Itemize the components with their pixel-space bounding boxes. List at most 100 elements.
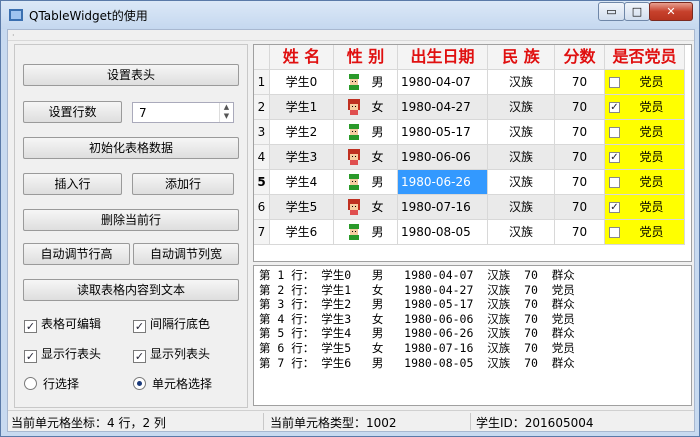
table-cell[interactable]: 汉族 xyxy=(488,95,555,120)
table-cell[interactable]: 男 xyxy=(334,70,398,95)
delete-row-button[interactable]: 删除当前行 xyxy=(23,209,239,231)
table-cell[interactable]: 男 xyxy=(334,120,398,145)
row-header[interactable]: 1 xyxy=(254,70,270,95)
party-cell[interactable]: ✓ 党员 xyxy=(605,195,685,220)
party-text: 党员 xyxy=(639,125,664,139)
cell-select-radio[interactable]: 单元格选择 xyxy=(133,376,212,392)
checkbox-checked-icon[interactable]: ✓ xyxy=(609,202,620,213)
table-cell[interactable]: 汉族 xyxy=(488,170,555,195)
table-cell[interactable]: 1980-05-17 xyxy=(398,120,488,145)
table-cell[interactable]: 70 xyxy=(555,195,605,220)
table-cell[interactable]: 70 xyxy=(555,120,605,145)
alt-row-label: 间隔行底色 xyxy=(150,317,211,331)
column-header[interactable]: 姓 名 xyxy=(270,45,334,70)
table-cell[interactable]: 女 xyxy=(334,195,398,220)
client-area: · 设置表头 设置行数 7 ▲ ▼ 初始化表格数据 插入行 添加行 删除当前行 自… xyxy=(7,29,695,432)
auto-row-height-button[interactable]: 自动调节行高 xyxy=(23,243,130,265)
row-header[interactable]: 4 xyxy=(254,145,270,170)
table-cell[interactable]: 学生3 xyxy=(270,145,334,170)
table-cell[interactable]: 1980-06-26 xyxy=(398,170,488,195)
party-cell[interactable]: 党员 xyxy=(605,170,685,195)
set-header-button[interactable]: 设置表头 xyxy=(23,64,239,86)
table-cell[interactable]: 1980-08-05 xyxy=(398,220,488,245)
table-cell[interactable]: 学生2 xyxy=(270,120,334,145)
init-table-button[interactable]: 初始化表格数据 xyxy=(23,137,239,159)
party-text: 党员 xyxy=(639,75,664,89)
column-header[interactable]: 分数 xyxy=(555,45,605,70)
table-cell[interactable]: 学生1 xyxy=(270,95,334,120)
table-cell[interactable]: 1980-07-16 xyxy=(398,195,488,220)
table-cell[interactable]: 汉族 xyxy=(488,220,555,245)
party-cell[interactable]: ✓ 党员 xyxy=(605,95,685,120)
data-table[interactable]: 姓 名性 别出生日期民 族分数 是否党员 1 学生0 男 1980-04-07 汉族 70 党员… xyxy=(253,44,692,262)
table-cell[interactable]: 男 xyxy=(334,170,398,195)
table-cell[interactable]: 70 xyxy=(555,170,605,195)
insert-row-button[interactable]: 插入行 xyxy=(23,173,122,195)
table-cell[interactable]: 学生5 xyxy=(270,195,334,220)
table-cell[interactable]: 女 xyxy=(334,145,398,170)
table-cell[interactable]: 1980-04-27 xyxy=(398,95,488,120)
table-cell[interactable]: 70 xyxy=(555,220,605,245)
maximize-button[interactable]: □ xyxy=(624,2,650,21)
title-bar[interactable]: QTableWidget的使用 ▭ □ ✕ xyxy=(1,1,699,29)
table-cell[interactable]: 70 xyxy=(555,145,605,170)
sex-text: 男 xyxy=(371,125,384,139)
minimize-button[interactable]: ▭ xyxy=(598,2,625,21)
column-header[interactable]: 出生日期 xyxy=(398,45,488,70)
window-title: QTableWidget的使用 xyxy=(29,9,148,23)
checkbox-checked-icon: ✓ xyxy=(24,320,37,333)
row-header[interactable]: 2 xyxy=(254,95,270,120)
table-cell[interactable]: 汉族 xyxy=(488,120,555,145)
checkbox-unchecked-icon[interactable] xyxy=(609,177,620,188)
auto-col-width-button[interactable]: 自动调节列宽 xyxy=(133,243,239,265)
set-row-count-button[interactable]: 设置行数 xyxy=(23,101,122,123)
row-header[interactable]: 5 xyxy=(254,170,270,195)
party-cell[interactable]: 党员 xyxy=(605,220,685,245)
table-cell[interactable]: 学生4 xyxy=(270,170,334,195)
row-header[interactable]: 6 xyxy=(254,195,270,220)
table-corner[interactable] xyxy=(254,45,270,70)
alt-row-color-checkbox[interactable]: ✓ 间隔行底色 xyxy=(133,316,211,333)
spin-arrows-icon[interactable]: ▲ ▼ xyxy=(219,103,233,122)
row-select-radio[interactable]: 行选择 xyxy=(24,376,79,392)
checkbox-checked-icon[interactable]: ✓ xyxy=(609,152,620,163)
read-table-button[interactable]: 读取表格内容到文本 xyxy=(23,279,239,301)
column-header[interactable]: 性 别 xyxy=(334,45,398,70)
text-line: 第 5 行： 学生4 男 1980-06-26 汉族 70 群众 xyxy=(259,326,575,341)
party-text: 党员 xyxy=(639,150,664,164)
table-cell[interactable]: 1980-04-07 xyxy=(398,70,488,95)
table-cell[interactable]: 女 xyxy=(334,95,398,120)
table-cell[interactable]: 1980-06-06 xyxy=(398,145,488,170)
minimize-icon: ▭ xyxy=(606,5,617,18)
party-cell[interactable]: ✓ 党员 xyxy=(605,145,685,170)
table-cell[interactable]: 学生6 xyxy=(270,220,334,245)
party-text: 党员 xyxy=(639,200,664,214)
row-header[interactable]: 7 xyxy=(254,220,270,245)
table-cell[interactable]: 70 xyxy=(555,70,605,95)
row-header[interactable]: 3 xyxy=(254,120,270,145)
table-cell[interactable]: 男 xyxy=(334,220,398,245)
text-output[interactable]: 第 1 行： 学生0 男 1980-04-07 汉族 70 群众第 2 行： 学… xyxy=(253,265,692,406)
column-header[interactable]: 是否党员 xyxy=(605,45,685,70)
male-avatar-icon xyxy=(349,224,360,240)
add-row-button[interactable]: 添加行 xyxy=(132,173,234,195)
close-button[interactable]: ✕ xyxy=(649,2,693,21)
checkbox-unchecked-icon[interactable] xyxy=(609,77,620,88)
table-cell[interactable]: 汉族 xyxy=(488,145,555,170)
text-line: 第 7 行： 学生6 男 1980-08-05 汉族 70 群众 xyxy=(259,355,575,370)
table-cell[interactable]: 汉族 xyxy=(488,70,555,95)
show-row-header-checkbox[interactable]: ✓ 显示行表头 xyxy=(24,346,101,363)
checkbox-checked-icon[interactable]: ✓ xyxy=(609,102,620,113)
table-cell[interactable]: 学生0 xyxy=(270,70,334,95)
sex-text: 男 xyxy=(371,75,384,89)
checkbox-unchecked-icon[interactable] xyxy=(609,127,620,138)
party-cell[interactable]: 党员 xyxy=(605,120,685,145)
row-count-spinbox[interactable]: 7 ▲ ▼ xyxy=(132,102,234,123)
party-cell[interactable]: 党员 xyxy=(605,70,685,95)
show-col-header-checkbox[interactable]: ✓ 显示列表头 xyxy=(133,346,210,363)
checkbox-unchecked-icon[interactable] xyxy=(609,227,620,238)
editable-checkbox[interactable]: ✓ 表格可编辑 xyxy=(24,316,101,333)
column-header[interactable]: 民 族 xyxy=(488,45,555,70)
table-cell[interactable]: 汉族 xyxy=(488,195,555,220)
table-cell[interactable]: 70 xyxy=(555,95,605,120)
